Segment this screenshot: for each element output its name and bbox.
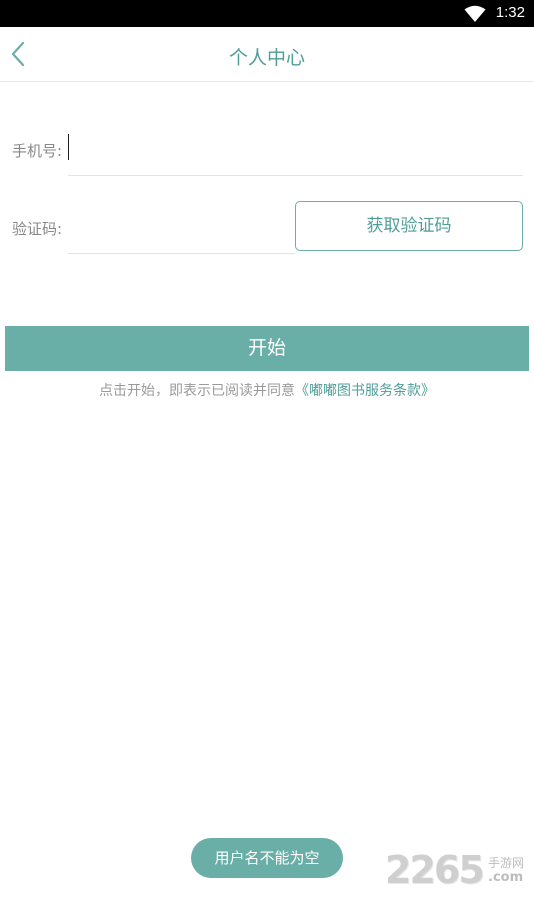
code-underline [68,253,295,254]
watermark-domain: .com [488,870,524,885]
start-button[interactable]: 开始 [5,326,529,371]
status-time: 1:32 [495,4,525,21]
app-bar: 个人中心 [0,27,534,82]
terms-link[interactable]: 《嘟嘟图书服务条款》 [295,383,435,399]
watermark-logo: 2265 手游网 .com [385,848,534,892]
get-code-button[interactable]: 获取验证码 [295,201,523,251]
wifi-icon [464,5,486,22]
code-label: 验证码: [12,220,63,238]
page-title: 个人中心 [228,47,305,69]
toast-message: 用户名不能为空 [191,838,343,878]
phone-input[interactable] [68,128,523,168]
phone-label: 手机号: [12,142,63,160]
status-bar: 1:32 [0,0,534,27]
agreement-prefix: 点击开始，即表示已阅读并同意 [99,383,295,399]
text-cursor [68,134,69,160]
code-input[interactable] [68,206,293,246]
phone-underline [68,175,523,176]
agreement-text: 点击开始，即表示已阅读并同意《嘟嘟图书服务条款》 [0,380,534,400]
watermark-site: 手游网 [488,856,525,870]
watermark-number: 2265 [385,848,485,892]
